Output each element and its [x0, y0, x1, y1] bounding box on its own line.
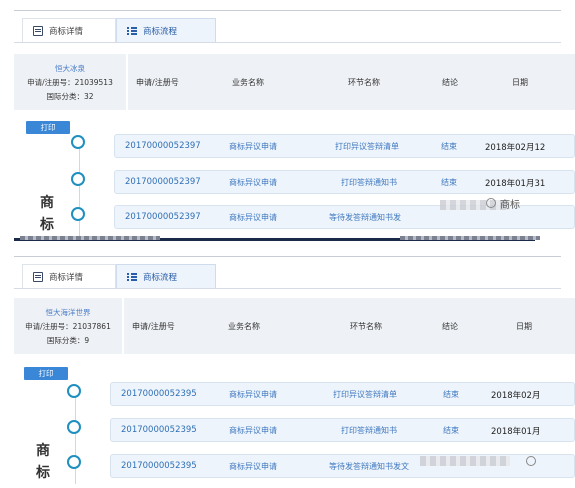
- cell-number: 20170000052397: [125, 177, 201, 187]
- cell-step: 打印答辩通知书: [341, 178, 397, 187]
- timeline-node: [71, 207, 85, 221]
- international-class: 国际分类：9: [46, 335, 90, 345]
- cell-date: 2018年02月: [491, 391, 541, 401]
- column-header-number: 申请/注册号: [136, 78, 179, 87]
- table-row[interactable]: 20170000052397 商标异议申请 打印答辩通知书 结束 2018年01…: [114, 170, 575, 194]
- registration-number: 申请/注册号：21039513: [27, 77, 113, 87]
- tab-label: 商标详情: [49, 272, 84, 283]
- list-icon: [127, 26, 137, 36]
- cell-step: 打印答辩通知书: [341, 426, 397, 435]
- trademark-panel-1: 商标详情 商标流程 恒大冰泉 申请/注册号：21039513 国际分类：32 申…: [0, 0, 575, 242]
- side-label-char: 标: [40, 217, 54, 233]
- cell-date: 2018年01月: [491, 427, 541, 437]
- tab-divider: [14, 42, 561, 43]
- top-divider: [14, 256, 561, 257]
- blurred-overlay: [400, 236, 540, 240]
- table-header: 申请/注册号 业务名称 环节名称 结论 日期: [128, 54, 575, 110]
- trademark-info-box: 恒大海洋世界 申请/注册号：21037861 国际分类：9: [14, 298, 122, 354]
- cell-number: 20170000052397: [125, 212, 201, 222]
- cell-business: 商标异议申请: [229, 142, 277, 151]
- cell-result: 结束: [441, 178, 457, 187]
- international-class: 国际分类：32: [46, 91, 94, 101]
- tab-trademark-flow[interactable]: 商标流程: [116, 264, 216, 288]
- column-header-step: 环节名称: [348, 78, 380, 87]
- cell-number: 20170000052395: [121, 389, 197, 399]
- tab-trademark-flow[interactable]: 商标流程: [116, 18, 216, 42]
- timeline-node: [67, 420, 81, 434]
- cell-business: 商标异议申请: [229, 178, 277, 187]
- blurred-overlay: [420, 456, 510, 466]
- column-header-number: 申请/注册号: [132, 322, 175, 331]
- timeline-node: [67, 384, 81, 398]
- column-header-business: 业务名称: [232, 78, 264, 87]
- timeline-line: [79, 146, 80, 238]
- trademark-name-link[interactable]: 恒大海洋世界: [46, 307, 91, 318]
- document-icon: [33, 25, 43, 36]
- trademark-panel-2: 商标详情 商标流程 恒大海洋世界 申请/注册号：21037861 国际分类：9 …: [0, 252, 575, 488]
- side-label-char: 标: [36, 465, 50, 481]
- cell-business: 商标异议申请: [229, 213, 277, 222]
- side-label-char: 商: [40, 195, 54, 211]
- column-header-result: 结论: [442, 78, 458, 87]
- cell-step: 等待发答辩通知书发: [329, 213, 401, 222]
- side-label-char: 商: [36, 443, 50, 459]
- cell-result: 结束: [443, 390, 459, 399]
- document-icon: [33, 271, 43, 282]
- column-header-date: 日期: [516, 322, 532, 331]
- timeline-line: [75, 392, 76, 484]
- table-header: 申请/注册号 业务名称 环节名称 结论 日期: [124, 298, 575, 354]
- column-header-date: 日期: [512, 78, 528, 87]
- trademark-info-box: 恒大冰泉 申请/注册号：21039513 国际分类：32: [14, 54, 126, 110]
- top-divider: [14, 10, 561, 11]
- cell-business: 商标异议申请: [229, 390, 277, 399]
- cell-result: 结束: [441, 142, 457, 151]
- cell-step: 等待发答辩通知书发文: [329, 462, 409, 471]
- table-row[interactable]: 20170000052395 商标异议申请 打印答辩通知书 结束 2018年01…: [110, 418, 575, 442]
- cell-business: 商标异议申请: [229, 426, 277, 435]
- watermark-logo-icon: [486, 198, 496, 208]
- cell-number: 20170000052395: [121, 461, 197, 471]
- watermark-logo-icon: [526, 456, 536, 466]
- watermark-text: 商标: [500, 200, 520, 211]
- cell-date: 2018年01月31: [485, 179, 546, 189]
- tab-bar: 商标详情 商标流程: [22, 264, 216, 288]
- trademark-name-link[interactable]: 恒大冰泉: [55, 63, 85, 74]
- table-row[interactable]: 20170000052395 商标异议申请 打印异议答辩清单 结束 2018年0…: [110, 382, 575, 406]
- column-header-step: 环节名称: [350, 322, 382, 331]
- cell-number: 20170000052395: [121, 425, 197, 435]
- print-button[interactable]: 打印: [24, 367, 68, 380]
- timeline-node: [67, 455, 81, 469]
- cell-business: 商标异议申请: [229, 462, 277, 471]
- list-icon: [127, 272, 137, 282]
- registration-number: 申请/注册号：21037861: [25, 321, 111, 331]
- timeline-node: [71, 135, 85, 149]
- tab-bar: 商标详情 商标流程: [22, 18, 216, 42]
- tab-trademark-detail[interactable]: 商标详情: [22, 264, 116, 288]
- timeline-node: [71, 172, 85, 186]
- tab-label: 商标详情: [49, 26, 84, 37]
- tab-label: 商标流程: [143, 26, 178, 37]
- cell-date: 2018年02月12: [485, 143, 546, 153]
- cell-step: 打印异议答辩清单: [335, 142, 399, 151]
- print-button[interactable]: 打印: [26, 121, 70, 134]
- column-header-result: 结论: [442, 322, 458, 331]
- tab-divider: [14, 288, 561, 289]
- column-header-business: 业务名称: [228, 322, 260, 331]
- tab-trademark-detail[interactable]: 商标详情: [22, 18, 116, 42]
- table-row[interactable]: 20170000052397 商标异议申请 打印异议答辩清单 结束 2018年0…: [114, 134, 575, 158]
- cell-number: 20170000052397: [125, 141, 201, 151]
- tab-label: 商标流程: [143, 272, 178, 283]
- cell-step: 打印异议答辩清单: [333, 390, 397, 399]
- blurred-overlay: [20, 236, 160, 240]
- cell-result: 结束: [443, 426, 459, 435]
